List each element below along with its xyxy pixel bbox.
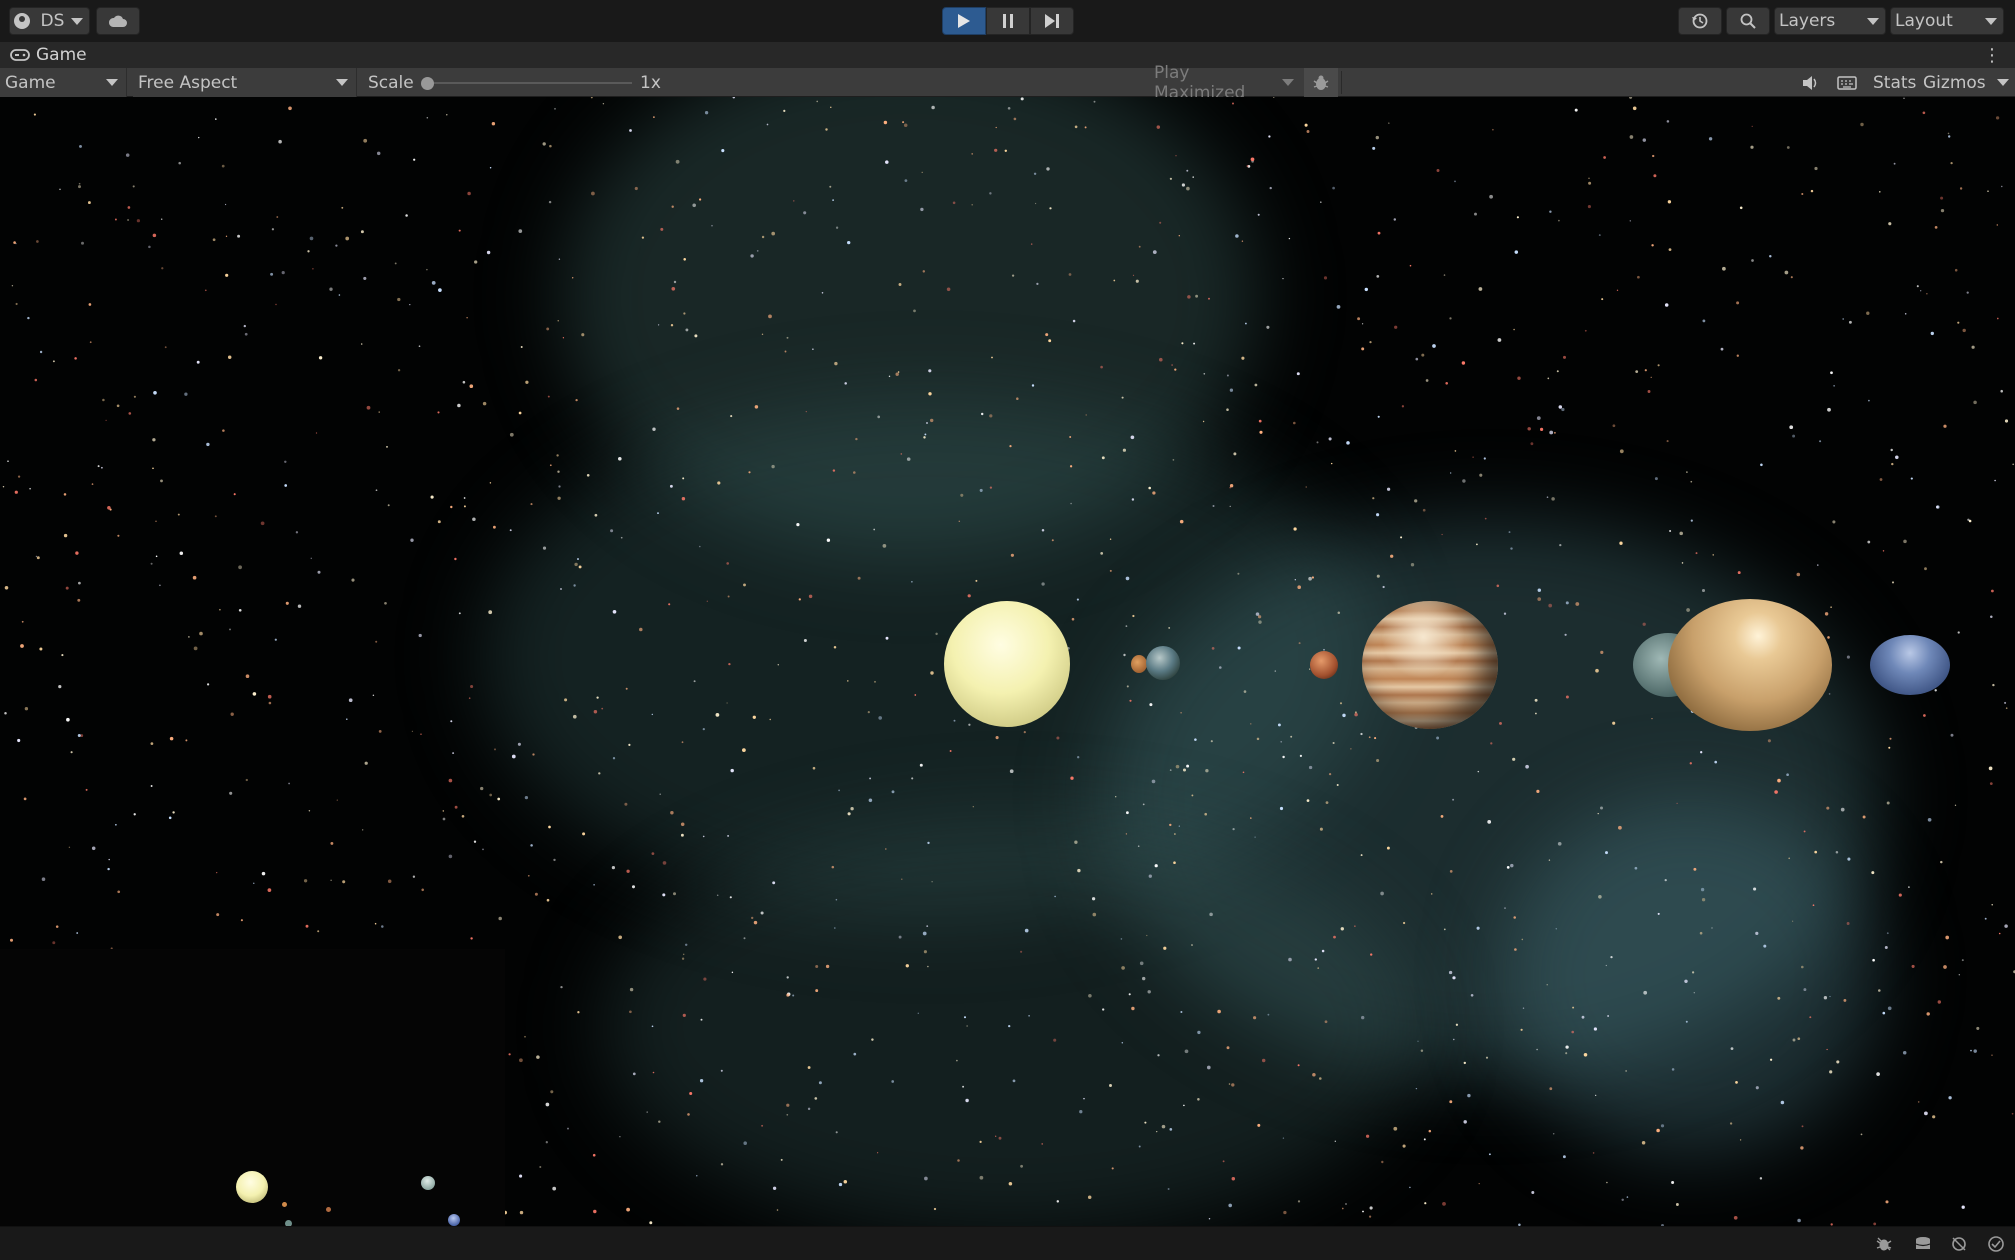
step-icon — [1045, 14, 1059, 28]
keyboard-icon — [1837, 75, 1857, 90]
layers-dropdown[interactable]: Layers — [1774, 7, 1886, 35]
history-icon — [1692, 13, 1708, 29]
check-icon[interactable] — [1985, 1234, 2007, 1254]
minimap-mars — [326, 1207, 331, 1212]
game-view-toolbar: Game Free Aspect Scale 1x Play Maximized… — [0, 63, 2015, 103]
status-bar — [0, 1226, 2015, 1260]
undo-history-button[interactable] — [1678, 7, 1722, 35]
mute-audio-button[interactable] — [1796, 68, 1826, 97]
step-button[interactable] — [1030, 7, 1074, 35]
play-button[interactable] — [942, 7, 986, 35]
slider-thumb[interactable] — [421, 77, 434, 90]
pause-button[interactable] — [986, 7, 1030, 35]
minimap-uranus — [421, 1176, 435, 1190]
more-options-icon[interactable]: ⋮ — [1983, 45, 2001, 66]
chevron-down-icon — [70, 17, 83, 25]
minimap-sun — [236, 1171, 268, 1203]
account-icon — [14, 13, 30, 29]
chevron-down-icon — [1985, 17, 1997, 25]
display-label: Game — [5, 72, 56, 93]
unity-editor-window: DS Layers Layout Game ⋮ Game Free Aspect… — [0, 0, 2015, 1260]
display-dropdown[interactable]: Game — [0, 68, 127, 97]
mercury-sphere — [1131, 655, 1147, 673]
account-label: DS — [40, 11, 65, 31]
saturn-sphere — [1668, 599, 1832, 731]
tab-bar: Game ⋮ — [0, 42, 2015, 68]
cloud-button[interactable] — [96, 7, 140, 35]
chevron-down-icon — [1867, 17, 1879, 25]
play-maximized-dropdown[interactable]: Play Maximized — [1148, 63, 1300, 103]
tab-game[interactable]: Game — [0, 42, 97, 68]
cloud-icon — [108, 15, 127, 27]
main-toolbar: DS Layers Layout — [0, 0, 2015, 42]
earth-sphere — [1146, 646, 1180, 680]
scale-slider[interactable] — [420, 68, 632, 97]
scale-value: 1x — [640, 72, 661, 93]
game-viewport[interactable] — [0, 97, 2015, 1226]
aspect-dropdown[interactable]: Free Aspect — [133, 68, 357, 97]
gamepad-icon — [10, 49, 30, 61]
play-icon — [958, 14, 970, 28]
layout-label: Layout — [1895, 11, 1953, 31]
pause-icon — [1003, 14, 1013, 28]
neptune-sphere — [1870, 635, 1950, 695]
shortcuts-button[interactable] — [1832, 68, 1862, 97]
gizmos-label: Gizmos — [1923, 72, 1986, 93]
search-button[interactable] — [1726, 7, 1770, 35]
layers-label: Layers — [1779, 11, 1836, 31]
sun-sphere — [944, 601, 1070, 727]
chevron-down-icon — [336, 79, 348, 86]
minimap-camera-view — [0, 949, 505, 1226]
debug-icon[interactable] — [1873, 1234, 1895, 1254]
minimap-mercury — [282, 1202, 287, 1207]
frame-debugger-button[interactable] — [1304, 68, 1338, 97]
network-icon[interactable] — [1948, 1234, 1970, 1254]
tab-label: Game — [36, 45, 87, 65]
mars-sphere — [1310, 651, 1338, 679]
jupiter-sphere — [1362, 601, 1498, 729]
aspect-label: Free Aspect — [138, 72, 238, 93]
chevron-down-icon — [106, 79, 118, 86]
speaker-icon — [1803, 75, 1817, 90]
layout-dropdown[interactable]: Layout — [1890, 7, 2004, 35]
scale-label: Scale — [368, 72, 414, 93]
bug-icon — [1313, 75, 1329, 90]
chevron-down-icon — [1997, 79, 2009, 86]
search-icon — [1740, 13, 1756, 29]
cache-icon[interactable] — [1912, 1234, 1934, 1254]
slider-track — [424, 82, 632, 84]
minimap-neptune — [448, 1214, 460, 1226]
stats-button[interactable]: Stats — [1873, 68, 1916, 97]
chevron-down-icon — [1282, 79, 1294, 86]
gizmos-dropdown[interactable]: Gizmos — [1923, 68, 2013, 97]
account-dropdown[interactable]: DS — [9, 7, 90, 35]
